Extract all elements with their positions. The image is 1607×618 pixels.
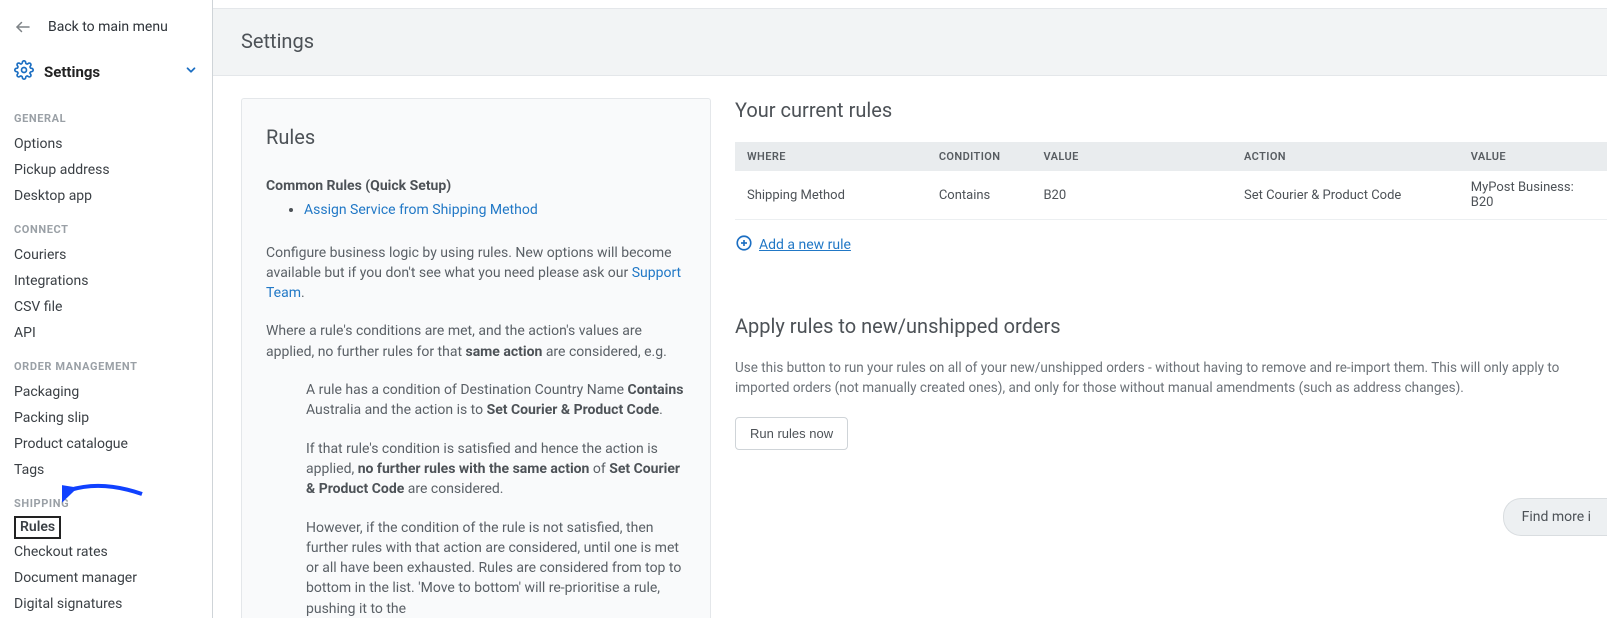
table-row[interactable]: Shipping MethodContainsB20Set Courier & … [735, 171, 1607, 220]
rules-table: WHERECONDITIONVALUEACTIONVALUE Shipping … [735, 142, 1607, 220]
sidebar: Back to main menu Settings GENERALOption… [0, 0, 213, 618]
nav-group-heading: ORDER MANAGEMENT [14, 346, 198, 379]
sidebar-item-couriers[interactable]: Couriers [14, 242, 198, 268]
cell-condition: Contains [927, 171, 1032, 220]
cell-where: Shipping Method [735, 171, 927, 220]
sidebar-item-document-manager[interactable]: Document manager [14, 565, 198, 591]
page-title: Settings [213, 8, 1607, 76]
sidebar-item-integrations[interactable]: Integrations [14, 268, 198, 294]
rules-col-header: WHERE [735, 142, 927, 171]
gear-icon [14, 60, 34, 84]
rules-col-header: VALUE [1031, 142, 1232, 171]
apply-rules-title: Apply rules to new/unshipped orders [735, 314, 1607, 338]
rules-col-header: VALUE [1459, 142, 1607, 171]
rules-paragraph-2: Where a rule's conditions are met, and t… [266, 321, 686, 362]
rules-col-header: ACTION [1232, 142, 1459, 171]
run-rules-button[interactable]: Run rules now [735, 417, 848, 450]
add-rule-label: Add a new rule [759, 237, 851, 253]
sidebar-item-csv-file[interactable]: CSV file [14, 294, 198, 320]
nav-group-heading: CONNECT [14, 209, 198, 242]
plus-circle-icon [735, 234, 753, 256]
current-rules-section: Your current rules WHERECONDITIONVALUEAC… [735, 98, 1607, 450]
current-rules-title: Your current rules [735, 98, 1607, 122]
find-more-pill[interactable]: Find more i [1503, 498, 1607, 536]
rules-card-title: Rules [266, 123, 686, 152]
sidebar-item-product-catalogue[interactable]: Product catalogue [14, 431, 198, 457]
sidebar-item-rules[interactable]: Rules [14, 516, 61, 539]
rules-col-header: CONDITION [927, 142, 1032, 171]
sidebar-item-packaging[interactable]: Packaging [14, 379, 198, 405]
sidebar-item-options[interactable]: Options [14, 131, 198, 157]
settings-label: Settings [44, 63, 184, 81]
rules-example-block: A rule has a condition of Destination Co… [266, 380, 686, 618]
nav-group-heading: GENERAL [14, 98, 198, 131]
rules-explainer-card: Rules Common Rules (Quick Setup) Assign … [241, 98, 711, 618]
rules-paragraph-1: Configure business logic by using rules.… [266, 243, 686, 304]
back-to-main-menu[interactable]: Back to main menu [14, 14, 198, 54]
cell-value1: B20 [1031, 171, 1232, 220]
cell-value2: MyPost Business: B20 [1459, 171, 1607, 220]
sidebar-item-api[interactable]: API [14, 320, 198, 346]
assign-service-link[interactable]: Assign Service from Shipping Method [304, 202, 538, 218]
common-rules-heading: Common Rules (Quick Setup) [266, 176, 686, 196]
sidebar-item-desktop-app[interactable]: Desktop app [14, 183, 198, 209]
cell-action: Set Courier & Product Code [1232, 171, 1459, 220]
apply-rules-description: Use this button to run your rules on all… [735, 358, 1607, 399]
add-new-rule[interactable]: Add a new rule [735, 234, 1607, 256]
chevron-down-icon [184, 63, 198, 81]
sidebar-item-tags[interactable]: Tags [14, 457, 198, 483]
back-label: Back to main menu [48, 19, 168, 35]
apply-rules-section: Apply rules to new/unshipped orders Use … [735, 314, 1607, 450]
sidebar-item-digital-signatures[interactable]: Digital signatures [14, 591, 198, 617]
sidebar-item-pickup-address[interactable]: Pickup address [14, 157, 198, 183]
settings-toggle[interactable]: Settings [14, 54, 198, 98]
arrow-left-icon [14, 18, 32, 36]
main: Settings Rules Common Rules (Quick Setup… [213, 0, 1607, 618]
sidebar-item-checkout-rates[interactable]: Checkout rates [14, 539, 198, 565]
nav-group-heading: SHIPPING [14, 483, 198, 516]
sidebar-item-packing-slip[interactable]: Packing slip [14, 405, 198, 431]
